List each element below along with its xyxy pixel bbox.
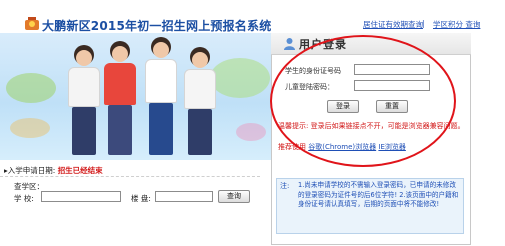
user-icon: [284, 38, 295, 50]
browser-warning: 温馨提示: 登录后如果链接点不开，可能是浏览器兼容问题。: [278, 122, 465, 130]
estate-label: 楼 盘:: [131, 194, 151, 203]
id-number-input[interactable]: [354, 64, 430, 75]
login-button[interactable]: 登录: [327, 100, 359, 113]
login-title: 用户登录: [299, 38, 347, 51]
id-number-label: 学生的身份证号码: [285, 67, 341, 75]
student-figure: [64, 45, 104, 157]
student-figure: [180, 47, 220, 157]
notice-text: 1.尚未申请学校的不需输入登录密码，已申请的未修改的登录密码为证件号的后6位字符…: [298, 181, 459, 208]
enrollment-date: ▸入学申请日期: 招生已经结束: [4, 165, 103, 176]
link-separator: |: [422, 19, 425, 28]
enrollment-status: 招生已经结束: [57, 166, 103, 175]
enrollment-date-label: ▸入学申请日期:: [4, 166, 56, 175]
school-input[interactable]: [41, 191, 121, 202]
school-label: 学 校:: [14, 194, 34, 203]
password-label: 儿童登陆密码：: [285, 83, 334, 91]
student-figure: [140, 37, 182, 157]
student-figure: [100, 41, 140, 157]
recommend-prefix: 推荐使用: [278, 143, 306, 151]
banner-image: [0, 33, 272, 160]
chrome-link[interactable]: 谷歌(Chrome)浏览器: [308, 143, 376, 151]
password-input[interactable]: [354, 80, 430, 91]
site-title: 大鹏新区2015年初一招生网上预报名系统: [42, 19, 272, 33]
divider: [0, 176, 260, 177]
reset-button[interactable]: 重置: [376, 100, 408, 113]
school-query-label: 查学区：: [14, 182, 44, 191]
status-query-link[interactable]: 居住证有效期查询: [363, 19, 423, 30]
ie-link[interactable]: IE浏览器: [378, 143, 406, 151]
logo-icon: [25, 17, 39, 30]
estate-input[interactable]: [155, 191, 213, 202]
notice-label: 注:: [280, 182, 290, 190]
query-button[interactable]: 查询: [218, 190, 250, 203]
school-points-link[interactable]: 学区积分 查询: [433, 19, 480, 30]
browser-recommendation: 推荐使用 谷歌(Chrome)浏览器 IE浏览器: [278, 142, 406, 152]
